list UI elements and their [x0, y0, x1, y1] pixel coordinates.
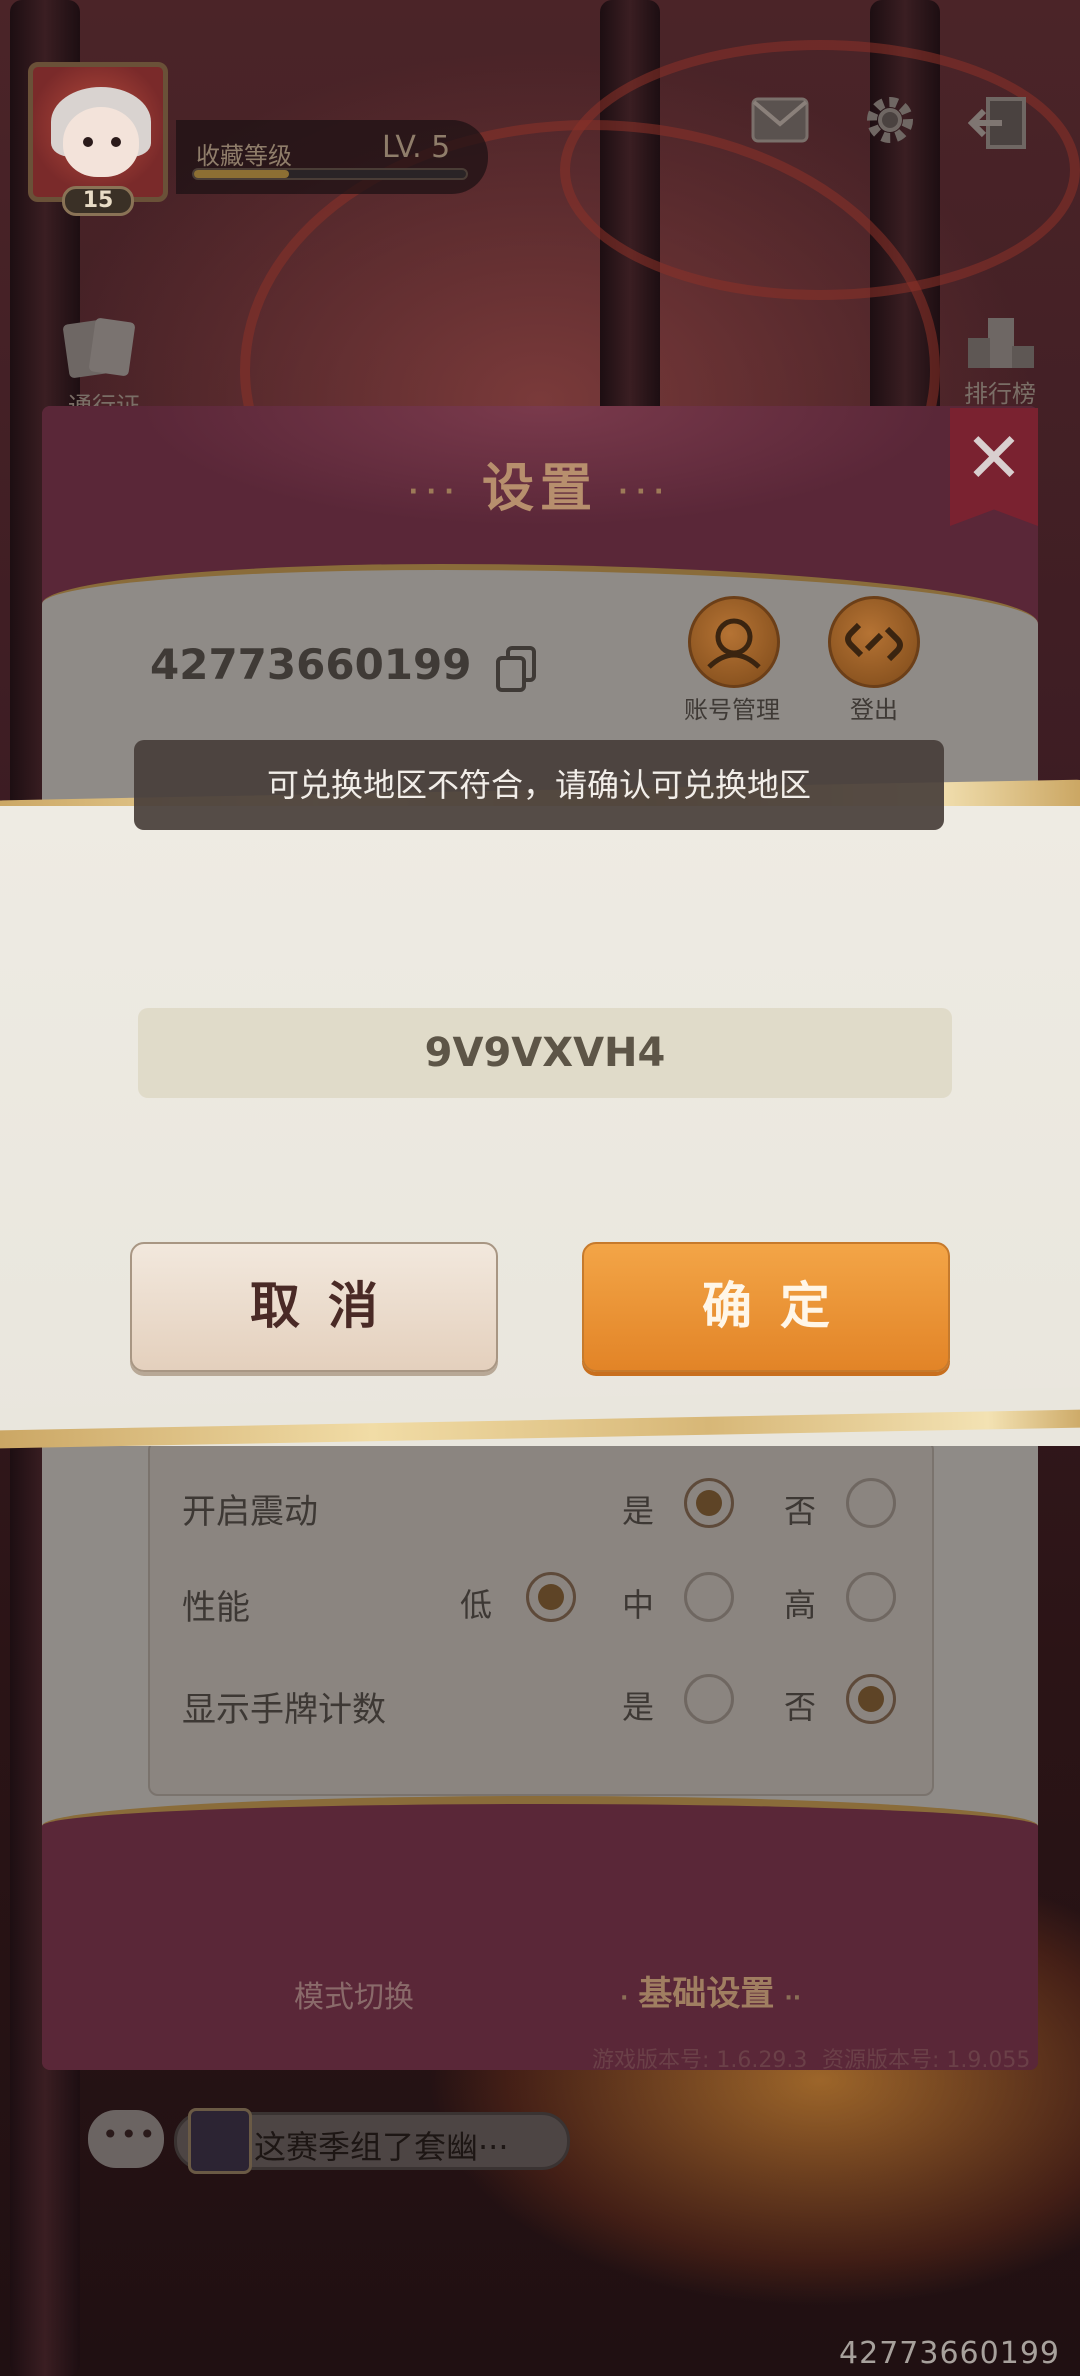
- chat-icon[interactable]: [88, 2110, 164, 2168]
- logout-label: 登出: [850, 696, 898, 724]
- hand-count-label: 显示手牌计数: [182, 1690, 386, 1730]
- performance-mid-label: 中: [622, 1586, 655, 1624]
- vibration-label: 开启震动: [182, 1492, 318, 1532]
- resource-version: 资源版本号: 1.9.055: [822, 2048, 1031, 2073]
- player-uid: 42773660199: [150, 640, 472, 689]
- performance-low-radio[interactable]: [526, 1572, 576, 1622]
- collection-level-bar[interactable]: 收藏等级 LV. 5: [176, 120, 488, 194]
- leaderboard-label: 排行榜: [964, 380, 1036, 408]
- uid-watermark: 42773660199: [839, 2336, 1060, 2371]
- vibration-no-label: 否: [784, 1492, 817, 1530]
- player-level-badge: 15: [62, 186, 134, 216]
- close-settings-button[interactable]: ✕: [950, 408, 1038, 526]
- hand-count-yes-label: 是: [622, 1688, 655, 1726]
- logout-button[interactable]: [828, 596, 920, 688]
- settings-title-wrap: ··· 设置 ···: [408, 459, 672, 519]
- collection-progress-fill: [194, 170, 290, 178]
- collection-progress-track: [192, 168, 468, 180]
- redeem-code-input[interactable]: [138, 1008, 952, 1098]
- settings-title: 设置: [481, 459, 598, 519]
- tab-basic-label: 基础设置: [638, 1974, 775, 2014]
- copy-icon[interactable]: [496, 646, 536, 692]
- game-version: 游戏版本号: 1.6.29.3: [592, 2048, 808, 2073]
- account-manage-label: 账号管理: [684, 696, 780, 724]
- performance-low-label: 低: [460, 1586, 493, 1624]
- tab-mode-switch[interactable]: 模式切换: [294, 1972, 414, 2016]
- account-manage-button[interactable]: [688, 596, 780, 688]
- battle-pass-icon[interactable]: [62, 316, 138, 382]
- leaderboard-icon[interactable]: [966, 316, 1036, 374]
- confirm-button[interactable]: 确定: [582, 1242, 950, 1372]
- mail-icon[interactable]: [750, 96, 810, 153]
- cancel-button[interactable]: 取消: [130, 1242, 498, 1372]
- exit-icon[interactable]: [967, 96, 1028, 159]
- gear-icon[interactable]: [862, 92, 918, 157]
- hand-count-no-label: 否: [784, 1688, 817, 1726]
- hand-count-no-radio[interactable]: [846, 1674, 896, 1724]
- region-error-toast: 可兑换地区不符合，请确认可兑换地区: [134, 740, 944, 830]
- player-avatar[interactable]: [28, 62, 168, 202]
- performance-label: 性能: [182, 1588, 250, 1628]
- hand-count-yes-radio[interactable]: [684, 1674, 734, 1724]
- tab-basic-settings[interactable]: · 基础设置 ··: [610, 1966, 811, 2015]
- performance-mid-radio[interactable]: [684, 1572, 734, 1622]
- performance-high-radio[interactable]: [846, 1572, 896, 1622]
- collection-level: LV. 5: [382, 130, 451, 165]
- vibration-yes-radio[interactable]: [684, 1478, 734, 1528]
- chat-preview-text: 这赛季组了套幽···: [254, 2128, 509, 2166]
- performance-high-label: 高: [784, 1586, 817, 1624]
- vibration-no-radio[interactable]: [846, 1478, 896, 1528]
- vibration-yes-label: 是: [622, 1492, 655, 1530]
- collection-label: 收藏等级: [196, 142, 292, 170]
- chat-sender-avatar: [188, 2108, 252, 2174]
